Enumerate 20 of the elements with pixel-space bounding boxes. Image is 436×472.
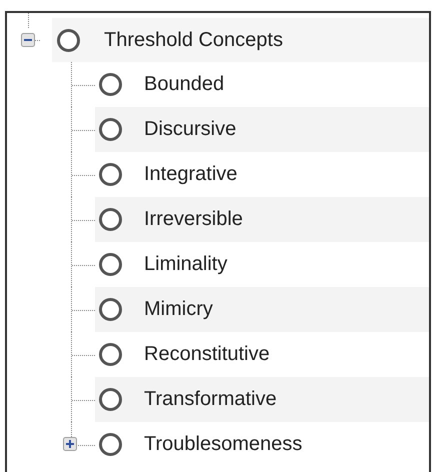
tree-item-label[interactable]: Mimicry <box>144 298 213 321</box>
radio-button[interactable] <box>99 118 122 141</box>
tree-item-label[interactable]: Integrative <box>144 163 238 186</box>
tree-item-label[interactable]: Bounded <box>144 73 224 96</box>
tree-item-label[interactable]: Troublesomeness <box>144 433 302 456</box>
radio-button[interactable] <box>99 343 122 366</box>
tree-item-label[interactable]: Irreversible <box>144 208 243 231</box>
radio-button[interactable] <box>99 388 122 411</box>
tree-item-label[interactable]: Discursive <box>144 118 236 141</box>
radio-button[interactable] <box>99 163 122 186</box>
tree-item-label[interactable]: Reconstitutive <box>144 343 270 366</box>
radio-button[interactable] <box>57 28 80 52</box>
collapse-icon[interactable] <box>21 33 35 47</box>
radio-button[interactable] <box>99 433 122 456</box>
radio-button[interactable] <box>99 298 122 321</box>
radio-button[interactable] <box>99 73 122 96</box>
expand-icon[interactable] <box>63 437 77 451</box>
tree-item-label[interactable]: Liminality <box>144 253 228 276</box>
radio-button[interactable] <box>99 208 122 231</box>
radio-button[interactable] <box>99 253 122 276</box>
